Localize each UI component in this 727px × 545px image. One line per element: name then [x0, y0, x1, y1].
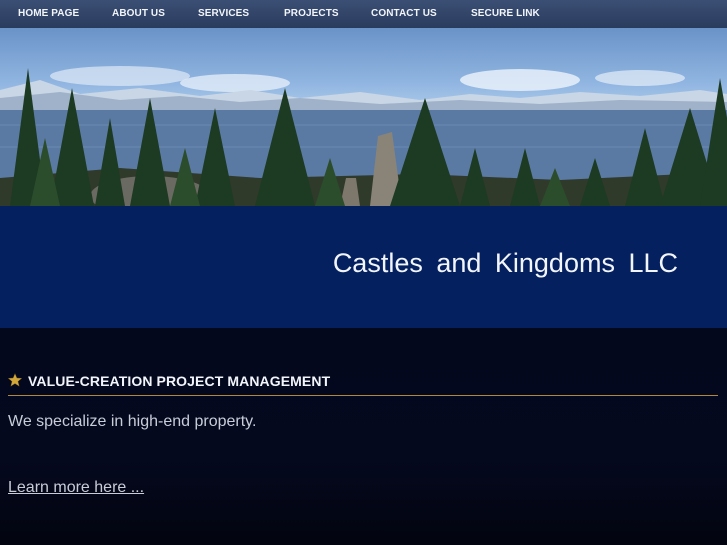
landscape-illustration — [0, 66, 727, 206]
section-heading: Value-creation project management — [8, 370, 718, 396]
nav-secure-link[interactable]: SECURE LINK — [471, 8, 540, 19]
learn-more-link[interactable]: Learn more here ... — [8, 479, 144, 497]
title-band: Castles and Kingdoms LLC — [0, 206, 727, 328]
section-heading-text: Value-creation project management — [28, 372, 331, 389]
main-content: Value-creation project management We spe… — [0, 328, 727, 545]
star-icon — [8, 372, 22, 387]
header-landscape-image — [0, 28, 727, 206]
nav-projects[interactable]: PROJECTS — [284, 8, 339, 19]
nav-home-page[interactable]: HOME PAGE — [18, 8, 79, 19]
company-title: Castles and Kingdoms LLC — [332, 248, 678, 278]
nav-about-us[interactable]: ABOUT US — [112, 8, 165, 19]
nav-contact-us[interactable]: CONTACT US — [371, 8, 437, 19]
nav-services[interactable]: SERVICES — [198, 8, 249, 19]
intro-text: We specialize in high-end property. — [8, 413, 257, 430]
top-nav-bar: HOME PAGE ABOUT US SERVICES PROJECTS CON… — [0, 0, 727, 28]
